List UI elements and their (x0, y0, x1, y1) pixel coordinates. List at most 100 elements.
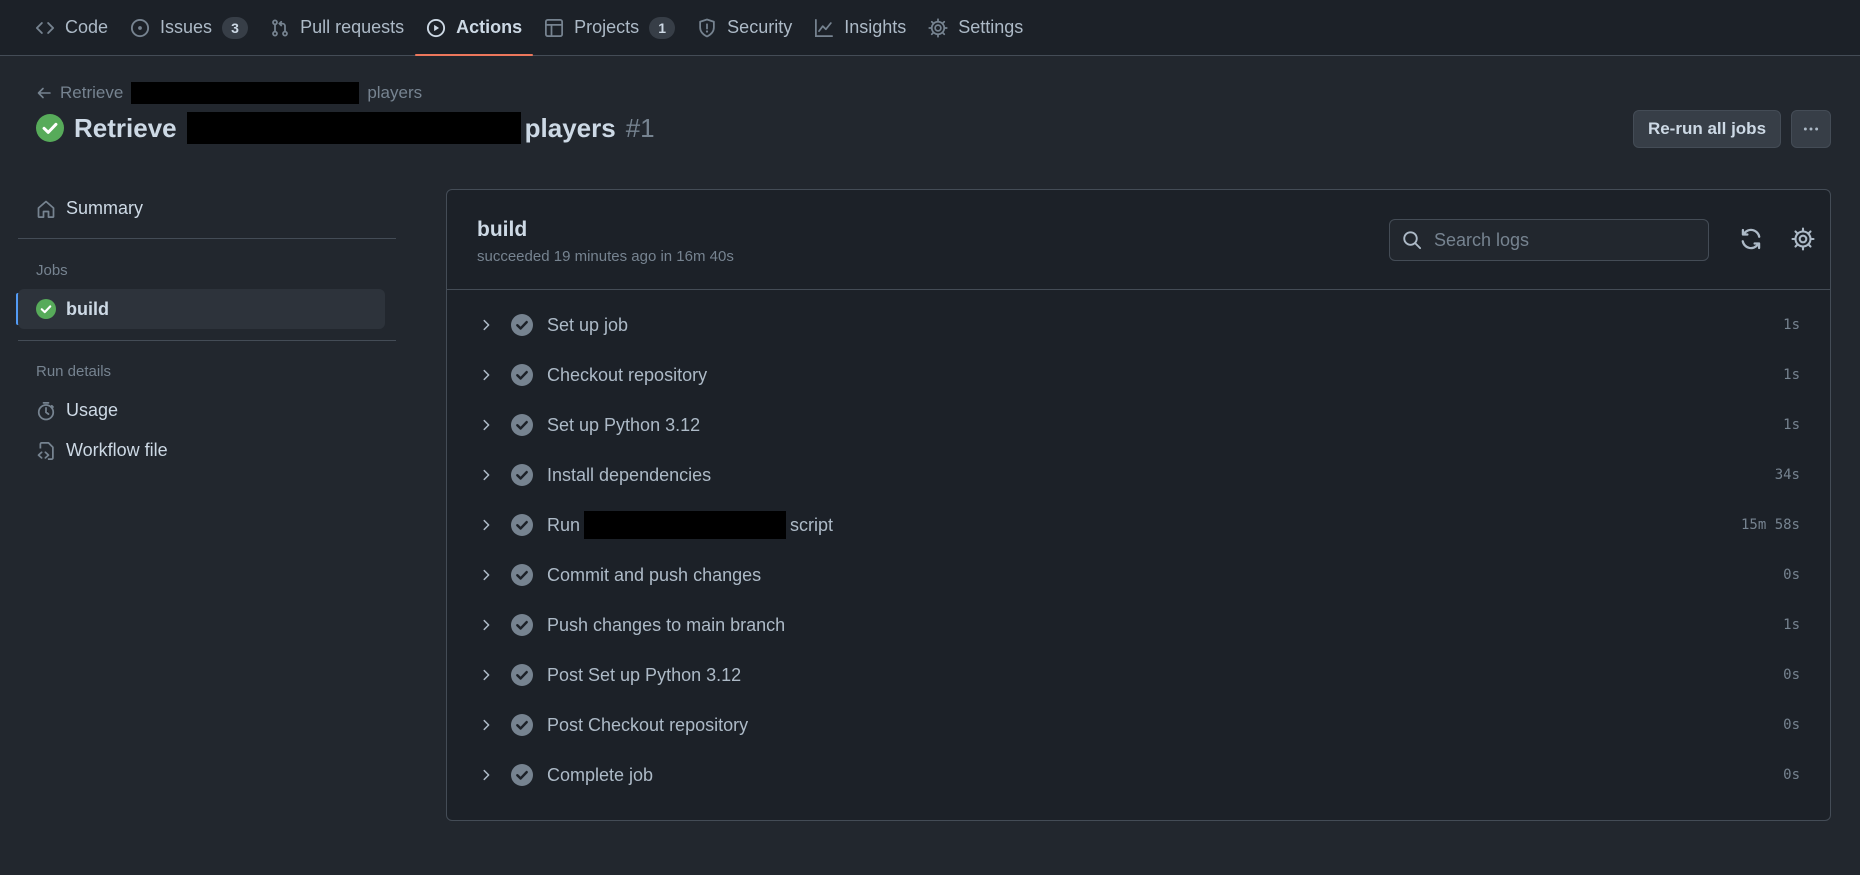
step-label: Post Set up Python 3.12 (547, 664, 742, 685)
step-label: Push changes to main branch (547, 614, 786, 635)
sidebar-divider (18, 340, 396, 341)
gear-icon (928, 17, 948, 38)
stopwatch-icon (36, 401, 56, 421)
tab-actions[interactable]: Actions (415, 0, 534, 56)
graph-icon (814, 18, 834, 38)
step-row[interactable]: Set up Python 3.12 1s (447, 402, 1830, 448)
step-label: Install dependencies (547, 464, 712, 485)
shield-icon (697, 18, 717, 38)
tab-label: Insights (844, 17, 907, 37)
step-row[interactable]: Complete job 0s (447, 752, 1830, 798)
check-circle-fill-icon (511, 764, 533, 786)
tab-code[interactable]: Code (24, 0, 119, 55)
back-link-suffix: players (367, 83, 423, 102)
step-duration: 0s (1783, 717, 1800, 733)
tab-settings[interactable]: Settings (917, 0, 1034, 55)
more-options-button[interactable] (1791, 110, 1831, 148)
issues-counter: 3 (222, 16, 249, 39)
check-circle-fill-icon (511, 614, 533, 636)
back-to-workflow-link[interactable]: Retrieve players (36, 82, 422, 104)
step-label: Checkout repository (547, 364, 708, 385)
kebab-horizontal-icon (1802, 120, 1820, 138)
sidebar-item-label: Summary (66, 198, 144, 218)
check-circle-fill-icon (36, 299, 56, 319)
check-circle-fill-icon (511, 664, 533, 686)
step-row[interactable]: Install dependencies 34s (447, 452, 1830, 498)
search-logs-input[interactable] (1432, 228, 1686, 252)
chevron-right-icon (479, 668, 493, 682)
step-row[interactable]: Commit and push changes 0s (447, 552, 1830, 598)
job-name: build (477, 218, 528, 241)
step-row[interactable]: Push changes to main branch 1s (447, 602, 1830, 648)
tab-label: Projects (574, 17, 640, 37)
jobs-heading: Jobs (36, 262, 68, 279)
rerun-all-jobs-button[interactable]: Re-run all jobs (1633, 110, 1781, 148)
tab-projects[interactable]: Projects 1 (533, 0, 686, 55)
step-label-suffix: script (790, 514, 834, 535)
sidebar-item-usage[interactable]: Usage (36, 400, 118, 421)
repo-nav: Code Issues 3 Pull requests Actions Proj… (0, 0, 1860, 56)
step-label: Run script (547, 511, 833, 539)
table-icon (544, 18, 564, 38)
arrow-left-icon (36, 85, 52, 101)
check-circle-fill-icon (511, 714, 533, 736)
tab-issues[interactable]: Issues 3 (119, 0, 259, 55)
refresh-icon[interactable] (1739, 227, 1763, 251)
step-row[interactable]: Set up job 1s (447, 302, 1830, 348)
step-duration: 1s (1783, 617, 1800, 633)
sidebar-item-workflow-file[interactable]: Workflow file (36, 440, 168, 461)
tab-label: Issues (160, 17, 213, 37)
run-details-heading: Run details (36, 363, 112, 380)
step-label: Post Checkout repository (547, 714, 749, 735)
tab-insights[interactable]: Insights (803, 0, 917, 55)
chevron-right-icon (479, 518, 493, 532)
step-duration: 0s (1783, 667, 1800, 683)
chevron-right-icon (479, 768, 493, 782)
step-duration: 15m 58s (1740, 517, 1800, 533)
sidebar-item-summary[interactable]: Summary (36, 198, 143, 219)
tab-pull-requests[interactable]: Pull requests (259, 0, 415, 55)
job-log-panel: build succeeded 19 minutes ago in 16m 40… (446, 189, 1831, 821)
check-circle-fill-icon (511, 464, 533, 486)
gear-icon[interactable] (1791, 227, 1815, 251)
job-header: build succeeded 19 minutes ago in 16m 40… (447, 190, 1830, 290)
step-duration: 1s (1783, 317, 1800, 333)
search-icon (1402, 230, 1422, 250)
step-label: Commit and push changes (547, 564, 762, 585)
tab-label: Actions (456, 17, 523, 37)
page-title: Retrieve players #1 (36, 112, 655, 144)
job-status: succeeded 19 minutes ago in 16m 40s (477, 248, 734, 265)
title-suffix: players (524, 112, 616, 143)
sidebar-item-label: Usage (66, 400, 119, 420)
chevron-right-icon (479, 318, 493, 332)
search-logs-field[interactable] (1389, 219, 1709, 261)
check-circle-fill-icon (36, 114, 64, 142)
step-row[interactable]: Checkout repository 1s (447, 352, 1830, 398)
code-icon (35, 18, 55, 38)
git-pull-request-icon (270, 18, 290, 38)
check-circle-fill-icon (511, 564, 533, 586)
step-row[interactable]: Post Checkout repository 0s (447, 702, 1830, 748)
chevron-right-icon (479, 718, 493, 732)
chevron-right-icon (479, 568, 493, 582)
step-label: Set up Python 3.12 (547, 414, 701, 435)
file-code-icon (36, 441, 56, 461)
step-label-prefix: Run (547, 514, 581, 535)
redacted-block (186, 112, 521, 144)
step-row[interactable]: Run script 15m 58s (447, 502, 1830, 548)
sidebar-divider (18, 238, 396, 239)
check-circle-fill-icon (511, 414, 533, 436)
chevron-right-icon (479, 418, 493, 432)
step-duration: 0s (1783, 567, 1800, 583)
redacted-block (131, 82, 360, 104)
tab-label: Pull requests (300, 17, 405, 37)
step-duration: 34s (1774, 467, 1800, 483)
title-prefix: Retrieve (74, 112, 177, 143)
step-duration: 1s (1783, 367, 1800, 383)
play-icon (426, 18, 446, 38)
sidebar-item-build[interactable]: build (18, 289, 385, 329)
step-duration: 1s (1783, 417, 1800, 433)
tab-security[interactable]: Security (686, 0, 803, 55)
step-row[interactable]: Post Set up Python 3.12 0s (447, 652, 1830, 698)
sidebar-item-label: build (66, 298, 109, 319)
